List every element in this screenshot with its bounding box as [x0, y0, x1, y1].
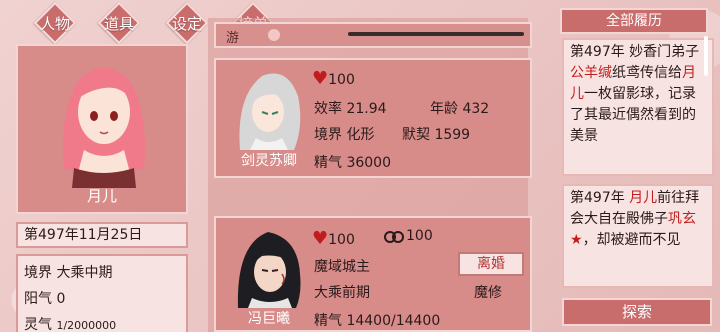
- player-name: 月儿: [86, 187, 117, 205]
- affection-row: ♥100: [312, 68, 355, 89]
- tab-label: 道具: [103, 14, 134, 33]
- divorce-button[interactable]: 离婚: [458, 252, 524, 276]
- star-icon: ★: [570, 232, 583, 248]
- companion-card[interactable]: 冯巨曦 ♥100 100 魔域城主 离婚 大乘前期 魔修 精气 14400/14…: [214, 216, 532, 332]
- player-portrait: [63, 67, 145, 188]
- yang-value: 0: [56, 291, 66, 307]
- heart-icon: ♥: [312, 228, 329, 249]
- rings-icon: [384, 231, 404, 243]
- history-highlight: 公羊缄: [570, 65, 612, 81]
- player-stats: 境界 大乘中期 阳气 0 灵气 1/2000000: [16, 254, 188, 332]
- realm-label: 境界: [314, 127, 342, 143]
- player-yang-row: 阳气 0: [24, 286, 180, 312]
- tacit-label: 默契: [402, 127, 430, 143]
- player-spirit-row: 灵气 1/2000000: [24, 312, 180, 332]
- companion-card[interactable]: 剑灵苏卿 ♥100 效率 21.94 年龄 432 境界 化形 默契 1599 …: [214, 58, 532, 178]
- bond-value: 100: [406, 228, 433, 244]
- yang-label: 阳气: [24, 291, 52, 307]
- history-entry: 第497年 妙香门弟子公羊缄纸鸢传信给月儿一枚留影球，记录了其最近偶然看到的美景: [562, 38, 714, 176]
- history-entry: 第497年 月儿前往拜会大自在殿佛子巩玄★，却被避而不见: [562, 184, 714, 288]
- realm-row: 大乘前期: [314, 285, 370, 301]
- heart-icon: ♥: [312, 68, 329, 89]
- age-value: 432: [462, 101, 490, 117]
- history-text: 第497年 妙香门弟子: [570, 44, 700, 60]
- history-highlight: 月儿: [629, 190, 658, 206]
- history-header-button[interactable]: 全部履历: [560, 8, 708, 34]
- essence-row: 精气 14400/14400: [314, 310, 440, 330]
- realm-label: 境界: [24, 265, 52, 281]
- essence-value: 36000: [346, 155, 391, 171]
- player-portrait-panel[interactable]: 月儿: [16, 44, 188, 214]
- title-row: 魔域城主: [314, 259, 370, 275]
- efficiency-row: 效率 21.94: [314, 98, 387, 118]
- affection-row: ♥100: [312, 228, 355, 249]
- history-text: 纸鸢传信给: [612, 65, 682, 81]
- companion-name: 剑灵苏卿: [241, 153, 297, 169]
- tab-items[interactable]: 道具: [84, 1, 154, 45]
- tab-characters[interactable]: 人物: [20, 1, 90, 45]
- spirit-label: 灵气: [24, 317, 52, 332]
- companion-avatar: [239, 73, 301, 150]
- history-text: 一枚留影球，记录了其最近偶然看到的美景: [570, 86, 696, 144]
- essence-label: 精气: [314, 313, 342, 329]
- tacit-value: 1599: [434, 127, 471, 143]
- age-row: 年龄 432: [430, 98, 489, 118]
- history-text: ，却被避而不见: [582, 232, 681, 248]
- explore-button[interactable]: 探索: [562, 298, 712, 326]
- history-text: 第497年: [570, 190, 630, 206]
- essence-label: 精气: [314, 155, 342, 171]
- affection-value: 100: [328, 232, 355, 248]
- tab-label: 人物: [39, 14, 70, 33]
- path-row: 魔修: [474, 285, 502, 301]
- realm-row: 境界 化形: [314, 124, 374, 144]
- companion-avatar: [237, 232, 301, 308]
- tab-label: 设定: [171, 14, 202, 33]
- age-label: 年龄: [430, 101, 458, 117]
- realm-value: 大乘中期: [56, 265, 113, 281]
- history-highlight: 巩玄: [668, 211, 696, 227]
- bond-row: 100: [382, 228, 433, 244]
- companion-name: 冯巨曦: [248, 311, 290, 327]
- essence-value: 14400/14400: [346, 313, 441, 329]
- speed-label: 游: [226, 31, 240, 46]
- spirit-value: 1/2000000: [56, 319, 117, 332]
- date-display: 第497年11月25日: [16, 222, 188, 248]
- history-scrollbar[interactable]: [704, 36, 708, 76]
- speed-toggle-icon[interactable]: [268, 29, 280, 41]
- essence-row: 精气 36000: [314, 152, 391, 172]
- tacit-row: 默契 1599: [402, 124, 470, 144]
- efficiency-label: 效率: [314, 101, 342, 117]
- efficiency-value: 21.94: [346, 101, 387, 117]
- affection-value: 100: [328, 72, 355, 88]
- player-realm-row: 境界 大乘中期: [24, 260, 180, 286]
- speed-slider[interactable]: [348, 32, 524, 36]
- realm-value: 化形: [346, 127, 375, 143]
